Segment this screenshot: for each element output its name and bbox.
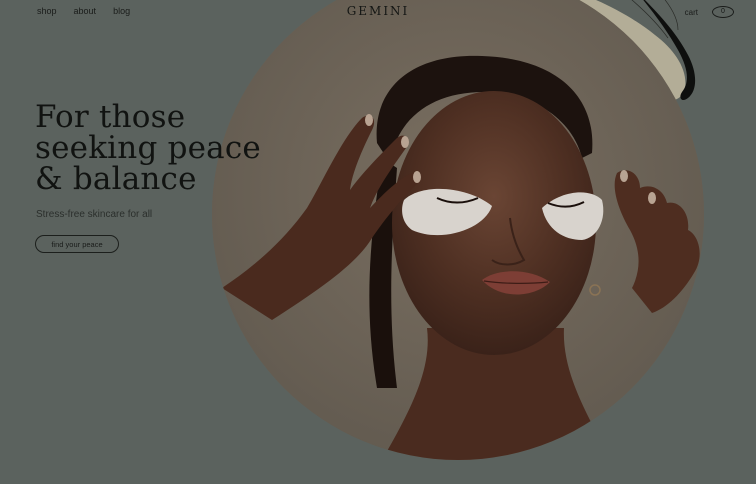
hero-subtext: Stress-free skincare for all bbox=[36, 209, 153, 220]
find-your-peace-button[interactable]: find your peace bbox=[35, 235, 119, 253]
hero-headline-line-2: seeking peace bbox=[35, 130, 261, 166]
hero-portrait-image bbox=[212, 0, 704, 460]
hero-headline-line-1: For those bbox=[35, 99, 186, 135]
cart-count-badge[interactable]: 0 bbox=[712, 6, 734, 18]
hero-headline: For those seeking peace & balance bbox=[35, 102, 261, 195]
cart-area: cart 0 bbox=[685, 6, 734, 18]
hero-headline-line-3: & balance bbox=[35, 161, 197, 197]
cart-link[interactable]: cart bbox=[685, 8, 698, 17]
landing-page: shop about blog GEMINI cart 0 For those … bbox=[0, 0, 756, 484]
brand-logo[interactable]: GEMINI bbox=[0, 4, 756, 18]
